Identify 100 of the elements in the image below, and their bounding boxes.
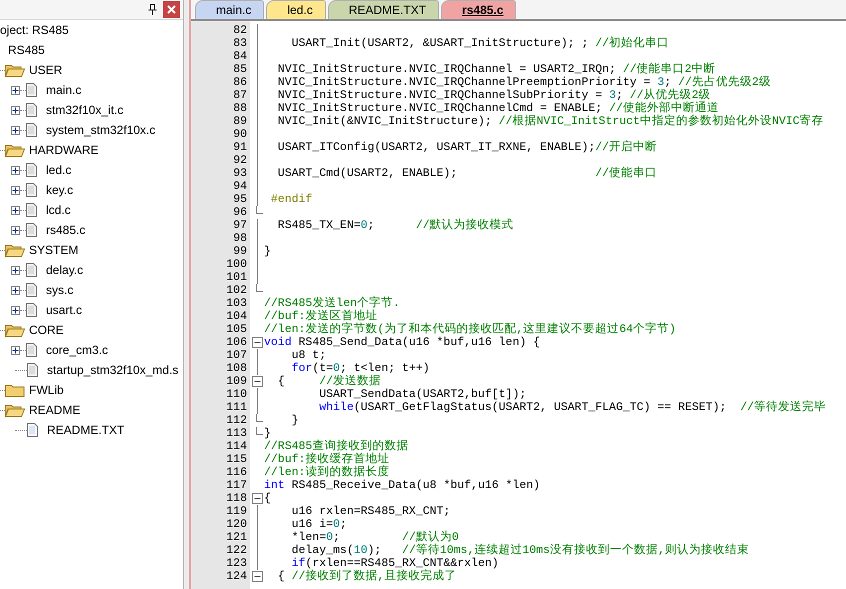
- tree-folder[interactable]: USER: [29, 62, 62, 78]
- line-number: 82: [233, 24, 247, 37]
- line-number: 86: [233, 76, 247, 89]
- code-text: USART_Cmd(USART2, ENABLE);: [276, 167, 458, 180]
- tree-file[interactable]: stm32f10x_it.c: [46, 102, 124, 118]
- tree-folder[interactable]: SYSTEM: [29, 242, 78, 258]
- line-number: 97: [233, 219, 247, 232]
- tree-file[interactable]: usart.c: [46, 302, 82, 318]
- tree-file[interactable]: lcd.c: [46, 202, 71, 218]
- code-text: USART_SendData(USART2,buf[t]);: [318, 388, 526, 401]
- number-literal: 0: [326, 531, 334, 544]
- tree-file[interactable]: system_stm32f10x.c: [46, 122, 156, 138]
- expand-button[interactable]: [11, 126, 20, 134]
- line-number: 106: [226, 336, 247, 349]
- line-number: 111: [226, 401, 247, 414]
- line-number: 103: [226, 297, 247, 310]
- line-number: 85: [233, 63, 247, 76]
- code-comment: //先占优先级2级: [678, 76, 771, 89]
- code-comment: //buf:发送区首地址: [264, 310, 378, 323]
- pin-icon[interactable]: [148, 4, 157, 15]
- file-tab[interactable]: README.TXT: [328, 0, 440, 19]
- collapse-icon[interactable]: [252, 493, 262, 504]
- code-text: USART_ITConfig(USART2, USART_IT_RXNE, ENABLE);: [276, 141, 596, 154]
- expand-button[interactable]: [11, 346, 20, 354]
- line-number: 114: [226, 440, 247, 453]
- expand-button[interactable]: [11, 186, 20, 194]
- open-folder-icon: [5, 63, 25, 77]
- tree-folder[interactable]: CORE: [29, 322, 64, 338]
- line-number: 119: [226, 505, 247, 518]
- tree-file[interactable]: README.TXT: [47, 422, 124, 438]
- file-tab[interactable]: rs485.c: [441, 0, 516, 19]
- code-comment: //使能串口: [595, 167, 658, 180]
- number-literal: 0: [360, 219, 368, 232]
- line-number: 121: [226, 531, 247, 544]
- code-comment: //从优先级2级: [630, 89, 710, 102]
- collapse-icon[interactable]: [252, 376, 262, 387]
- expand-button[interactable]: [11, 166, 20, 174]
- open-folder-icon: [5, 323, 25, 337]
- code-text: USART_Init(USART2, &USART_InitStructure); ;: [290, 37, 590, 50]
- tree-file[interactable]: sys.c: [46, 282, 74, 298]
- tree-file[interactable]: led.c: [46, 162, 72, 178]
- code-text: RS485_Send_Data(u16 *buf,u16 len) {: [298, 336, 540, 349]
- line-number: 89: [233, 115, 247, 128]
- line-number: 96: [233, 206, 247, 219]
- code-text: NVIC_InitStructure.NVIC_IRQChannel = USART2_IRQn;: [276, 63, 617, 76]
- line-number: 117: [226, 479, 247, 492]
- code-text: delay_ms(: [290, 544, 354, 557]
- code-comment: //接收到了数据,且接收完成了: [292, 570, 456, 583]
- code-comment: //初始化串口: [595, 37, 670, 50]
- expand-button[interactable]: [11, 306, 20, 314]
- expand-button[interactable]: [11, 206, 20, 214]
- tree-file[interactable]: core_cm3.c: [46, 342, 108, 358]
- code-keyword: while: [318, 401, 354, 414]
- tree-file[interactable]: delay.c: [46, 262, 84, 278]
- expand-button[interactable]: [11, 106, 20, 114]
- code-text: NVIC_InitStructure.NVIC_IRQChannelSubPriority =: [276, 89, 604, 102]
- code-text: RS485_Receive_Data(u8 *buf,u16 *len): [290, 479, 540, 492]
- tree-file[interactable]: main.c: [46, 82, 82, 98]
- number-literal: 3: [609, 89, 616, 102]
- tree-folder[interactable]: README: [29, 402, 80, 418]
- line-number: 91: [233, 141, 247, 154]
- expand-button[interactable]: [11, 86, 20, 94]
- tree-folder[interactable]: HARDWARE: [29, 142, 99, 158]
- file-tab[interactable]: led.c: [266, 0, 326, 19]
- tree-file[interactable]: key.c: [46, 182, 74, 198]
- expand-button[interactable]: [11, 286, 20, 294]
- expand-button[interactable]: [11, 226, 20, 234]
- line-number: 122: [226, 544, 247, 557]
- code-keyword: int: [264, 479, 285, 492]
- line-number: 124: [226, 570, 247, 583]
- code-text: ;: [368, 219, 376, 232]
- tree-folder[interactable]: FWLib: [29, 382, 64, 398]
- number-literal: 0: [333, 518, 340, 531]
- line-number: 88: [233, 102, 247, 115]
- file-icon: [26, 343, 37, 357]
- tree-file[interactable]: rs485.c: [46, 222, 86, 238]
- file-tab[interactable]: main.c: [195, 0, 264, 19]
- tree-file[interactable]: startup_stm32f10x_md.s: [47, 362, 178, 378]
- line-number: 94: [233, 180, 247, 193]
- code-keyword: if: [290, 557, 306, 570]
- file-icon: [26, 283, 37, 297]
- code-comment: //发送数据: [319, 375, 382, 388]
- line-number: 98: [233, 232, 247, 245]
- code-comment: //RS485发送len个字节.: [264, 297, 400, 310]
- collapse-icon[interactable]: [252, 337, 262, 348]
- code-text: u8 t;: [290, 349, 326, 362]
- line-number: 95: [233, 193, 247, 206]
- close-button[interactable]: [163, 1, 180, 18]
- close-icon: [167, 5, 176, 14]
- tree-item[interactable]: RS485: [8, 42, 45, 58]
- line-number: 92: [233, 154, 247, 167]
- expand-button[interactable]: [11, 266, 20, 274]
- number-literal: 0: [333, 362, 340, 375]
- line-number: 112: [226, 414, 247, 427]
- file-icon: [26, 83, 37, 97]
- line-number: 104: [226, 310, 247, 323]
- line-number: 100: [226, 258, 247, 271]
- tree-item[interactable]: oject: RS485: [0, 22, 69, 38]
- collapse-icon[interactable]: [252, 571, 262, 582]
- line-number: 116: [226, 466, 247, 479]
